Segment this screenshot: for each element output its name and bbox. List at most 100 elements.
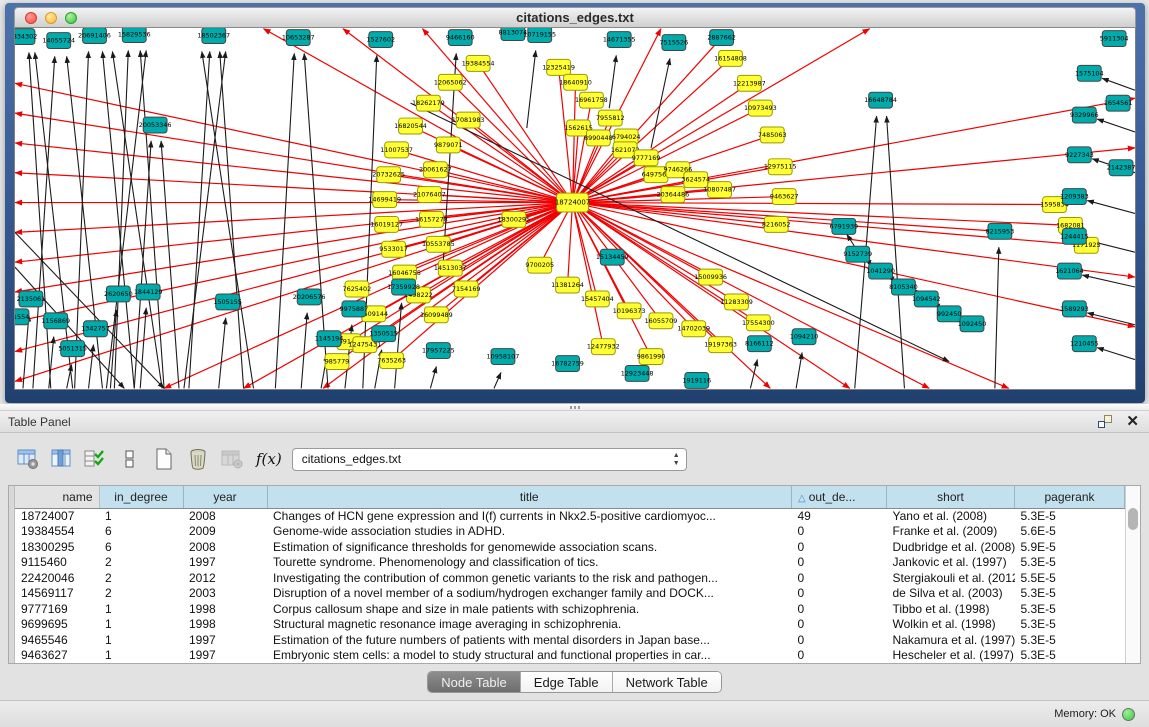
column-header-pagerank[interactable]: pagerank	[1015, 486, 1125, 508]
table-cell-title[interactable]: Embryonic stem cells: a model to study s…	[267, 648, 792, 664]
network-node[interactable]: 20061627	[419, 162, 452, 178]
table-row[interactable]: 977716911998Corpus callosum shape and si…	[15, 601, 1125, 617]
table-cell-title[interactable]: Changes of HCN gene expression and I(f) …	[267, 508, 792, 524]
network-node[interactable]: 10973493	[744, 100, 777, 116]
table-cell-out_degree[interactable]: 0	[792, 586, 887, 602]
network-node[interactable]: 1094210	[790, 329, 819, 345]
table-cell-in_degree[interactable]: 2	[99, 555, 183, 571]
table-cell-out_degree[interactable]: 0	[792, 617, 887, 633]
network-node[interactable]: 14671355	[603, 32, 636, 48]
table-cell-name[interactable]: 22420046	[15, 570, 99, 586]
table-cell-short[interactable]: Dudbridge et al. (2008)	[887, 539, 1015, 555]
network-node[interactable]: 19197363	[704, 337, 737, 353]
network-node[interactable]: 21076407	[413, 187, 446, 203]
network-node[interactable]: 15134459	[596, 249, 629, 265]
panel-divider[interactable]	[0, 404, 1149, 411]
zoom-window-icon[interactable]	[65, 12, 77, 24]
network-node[interactable]: 5911304	[1100, 31, 1129, 47]
network-node[interactable]: 10807487	[703, 182, 736, 198]
table-cell-short[interactable]: Wolkin et al. (1998)	[887, 617, 1015, 633]
close-panel-icon[interactable]: ✕	[1126, 414, 1139, 429]
table-cell-name[interactable]: 14569117	[15, 586, 99, 602]
table-cell-out_degree[interactable]: 0	[792, 524, 887, 540]
network-node[interactable]: 9700205	[525, 257, 554, 273]
table-cell-year[interactable]: 1997	[183, 648, 267, 664]
tab-edge-table[interactable]: Edge Table	[521, 672, 613, 692]
network-node[interactable]: 16099489	[420, 307, 453, 323]
network-node[interactable]: 17957225	[422, 343, 455, 359]
network-node[interactable]: 10553785	[422, 236, 455, 252]
network-node[interactable]: 2142387	[1107, 160, 1135, 176]
network-node[interactable]: 9466160	[446, 30, 475, 46]
table-cell-short[interactable]: Stergiakouli et al. (2012)	[887, 570, 1015, 586]
network-node[interactable]: 16055709	[645, 313, 678, 329]
table-cell-short[interactable]: Yano et al. (2008)	[887, 508, 1015, 524]
table-cell-short[interactable]: Tibbo et al. (1998)	[887, 601, 1015, 617]
network-node[interactable]: 1575104	[1075, 65, 1104, 81]
table-cell-year[interactable]: 2008	[183, 539, 267, 555]
network-node[interactable]: 19384554	[462, 55, 495, 71]
network-node[interactable]: 12065062	[434, 74, 467, 90]
network-node[interactable]: 9777169	[632, 150, 661, 166]
table-cell-title[interactable]: Disruption of a novel member of a sodium…	[267, 586, 792, 602]
table-cell-out_degree[interactable]: 0	[792, 648, 887, 664]
table-cell-in_degree[interactable]: 6	[99, 539, 183, 555]
network-node[interactable]: 1350515	[369, 326, 398, 342]
table-row[interactable]: 2242004622012Investigating the contribut…	[15, 570, 1125, 586]
table-cell-out_degree[interactable]: 0	[792, 601, 887, 617]
network-node[interactable]: 12477932	[587, 339, 620, 355]
network-window[interactable]: citations_edges.txt 98343021405572420691…	[5, 3, 1145, 403]
column-header-title[interactable]: title	[267, 486, 792, 508]
table-cell-year[interactable]: 2003	[183, 586, 267, 602]
row-height-button[interactable]	[116, 446, 143, 473]
network-node[interactable]: 1621064	[1055, 263, 1084, 279]
network-node[interactable]: 15009936	[694, 269, 727, 285]
network-node[interactable]: 9861990	[637, 349, 666, 365]
network-node[interactable]: 1844129	[134, 284, 163, 300]
table-cell-in_degree[interactable]: 1	[99, 632, 183, 648]
table-scrollbar[interactable]	[1125, 486, 1140, 663]
network-node[interactable]: 14513037	[434, 260, 467, 276]
table-cell-in_degree[interactable]: 2	[99, 570, 183, 586]
table-cell-name[interactable]: 19384554	[15, 524, 99, 540]
table-cell-pagerank[interactable]: 5.6E-5	[1015, 524, 1125, 540]
window-title-bar[interactable]: citations_edges.txt	[14, 7, 1136, 28]
network-node[interactable]: 1505155	[213, 294, 242, 310]
table-cell-in_degree[interactable]: 1	[99, 508, 183, 524]
network-node[interactable]: 18724007	[555, 193, 590, 212]
network-node[interactable]: 2887662	[707, 30, 736, 46]
network-node[interactable]: 7515526	[660, 35, 689, 51]
network-node[interactable]: 8215953	[986, 223, 1015, 239]
select-columns-button[interactable]	[82, 446, 109, 473]
network-node[interactable]: 18262179	[412, 95, 445, 111]
network-node[interactable]: 12325419	[542, 59, 575, 75]
network-node[interactable]: 1041290	[866, 263, 895, 279]
column-header-short[interactable]: short	[887, 486, 1015, 508]
network-node[interactable]: 16019127	[370, 216, 403, 232]
scrollbar-thumb[interactable]	[1128, 508, 1138, 530]
tab-node-table[interactable]: Node Table	[428, 672, 521, 692]
table-cell-name[interactable]: 9777169	[15, 601, 99, 617]
network-node[interactable]: 16154808	[714, 50, 747, 66]
network-node[interactable]: 12213987	[733, 75, 766, 91]
table-cell-pagerank[interactable]: 5.9E-5	[1015, 539, 1125, 555]
network-node[interactable]: 1654561	[1104, 95, 1133, 111]
network-node[interactable]: 16782759	[551, 356, 584, 372]
table-cell-pagerank[interactable]: 5.3E-5	[1015, 632, 1125, 648]
table-cell-pagerank[interactable]: 5.3E-5	[1015, 508, 1125, 524]
network-node[interactable]: 10958107	[487, 349, 520, 365]
table-cell-in_degree[interactable]: 1	[99, 617, 183, 633]
table-cell-year[interactable]: 1997	[183, 632, 267, 648]
network-node[interactable]: 14699419	[368, 192, 401, 208]
table-cell-short[interactable]: Nakamura et al. (1997)	[887, 632, 1015, 648]
network-node[interactable]: 9152739	[843, 246, 872, 262]
table-cell-out_degree[interactable]: 0	[792, 555, 887, 571]
network-node[interactable]: 1094542	[912, 291, 941, 307]
table-cell-year[interactable]: 2008	[183, 508, 267, 524]
network-node[interactable]: 15457404	[581, 291, 614, 307]
table-cell-title[interactable]: Investigating the contribution of common…	[267, 570, 792, 586]
network-node[interactable]: 15829536	[118, 28, 151, 43]
network-node[interactable]: 6791939	[829, 218, 858, 234]
network-node[interactable]: 10196373	[613, 303, 646, 319]
network-node[interactable]: 16820544	[394, 118, 427, 134]
